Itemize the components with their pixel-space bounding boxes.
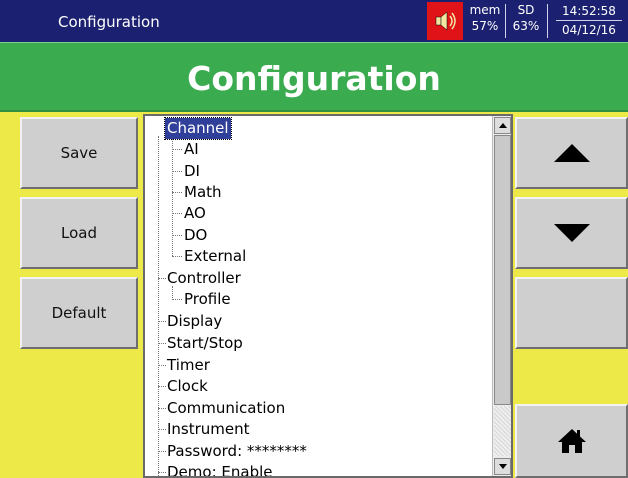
tree-scrollbar[interactable]	[492, 116, 511, 476]
tree-item-math[interactable]: Math	[184, 182, 222, 203]
tree-item-ai[interactable]: AI	[184, 139, 199, 160]
tree-item-di[interactable]: DI	[184, 161, 200, 182]
sd-value: 63%	[512, 19, 540, 33]
move-up-button[interactable]	[515, 117, 628, 189]
scroll-up-button[interactable]	[494, 117, 511, 134]
page-title: Configuration	[187, 59, 441, 98]
tree-item-display[interactable]: Display	[167, 311, 222, 332]
sd-indicator: SD 63%	[506, 2, 546, 40]
time-text: 14:52:58	[562, 4, 616, 18]
default-button[interactable]: Default	[20, 277, 138, 349]
speaker-icon[interactable]	[427, 2, 463, 40]
scroll-down-icon	[498, 464, 507, 469]
home-button[interactable]	[515, 404, 628, 478]
memory-indicator: mem 57%	[466, 2, 504, 40]
home-icon	[557, 429, 586, 453]
tree-connector	[158, 136, 159, 476]
save-button-label: Save	[60, 144, 98, 162]
blank-button[interactable]	[515, 277, 628, 349]
tree-content: Channel AI DI Math AO DO External Contro…	[145, 116, 490, 476]
tree-item-communication[interactable]: Communication	[167, 398, 285, 419]
default-button-label: Default	[51, 304, 107, 322]
tree-item-external[interactable]: External	[184, 246, 246, 267]
scroll-thumb[interactable]	[494, 135, 511, 405]
clock-display: 14:52:58 04/12/16	[556, 3, 622, 39]
tree-item-profile[interactable]: Profile	[184, 289, 231, 310]
status-title: Configuration	[58, 13, 160, 31]
tree-item-password[interactable]: Password: ********	[167, 441, 307, 462]
config-tree[interactable]: Channel AI DI Math AO DO External Contro…	[143, 114, 513, 478]
date-text: 04/12/16	[562, 23, 616, 37]
tree-item-clock[interactable]: Clock	[167, 376, 208, 397]
tree-item-ao[interactable]: AO	[184, 203, 206, 224]
page-header: Configuration	[0, 42, 628, 112]
load-button[interactable]: Load	[20, 197, 138, 269]
memory-label: mem	[469, 3, 501, 17]
tree-item-controller[interactable]: Controller	[167, 268, 241, 289]
tree-item-start-stop[interactable]: Start/Stop	[167, 333, 243, 354]
arrow-down-icon	[553, 224, 590, 242]
tree-connector	[172, 136, 173, 256]
status-divider	[547, 4, 548, 38]
save-button[interactable]: Save	[20, 117, 138, 189]
arrow-up-icon	[553, 144, 590, 162]
status-bar: Configuration mem 57% SD 63% 14:52:58 04…	[0, 0, 628, 42]
tree-item-demo[interactable]: Demo: Enable	[167, 462, 272, 476]
tree-item-channel[interactable]: Channel	[164, 117, 232, 140]
scroll-track[interactable]	[494, 406, 511, 456]
tree-item-do[interactable]: DO	[184, 225, 207, 246]
tree-item-timer[interactable]: Timer	[167, 355, 210, 376]
move-down-button[interactable]	[515, 197, 628, 269]
scroll-down-button[interactable]	[494, 458, 511, 475]
scroll-up-icon	[498, 123, 507, 128]
memory-value: 57%	[471, 19, 499, 33]
tree-item-instrument[interactable]: Instrument	[167, 419, 250, 440]
load-button-label: Load	[61, 224, 97, 242]
sd-label: SD	[517, 3, 535, 17]
